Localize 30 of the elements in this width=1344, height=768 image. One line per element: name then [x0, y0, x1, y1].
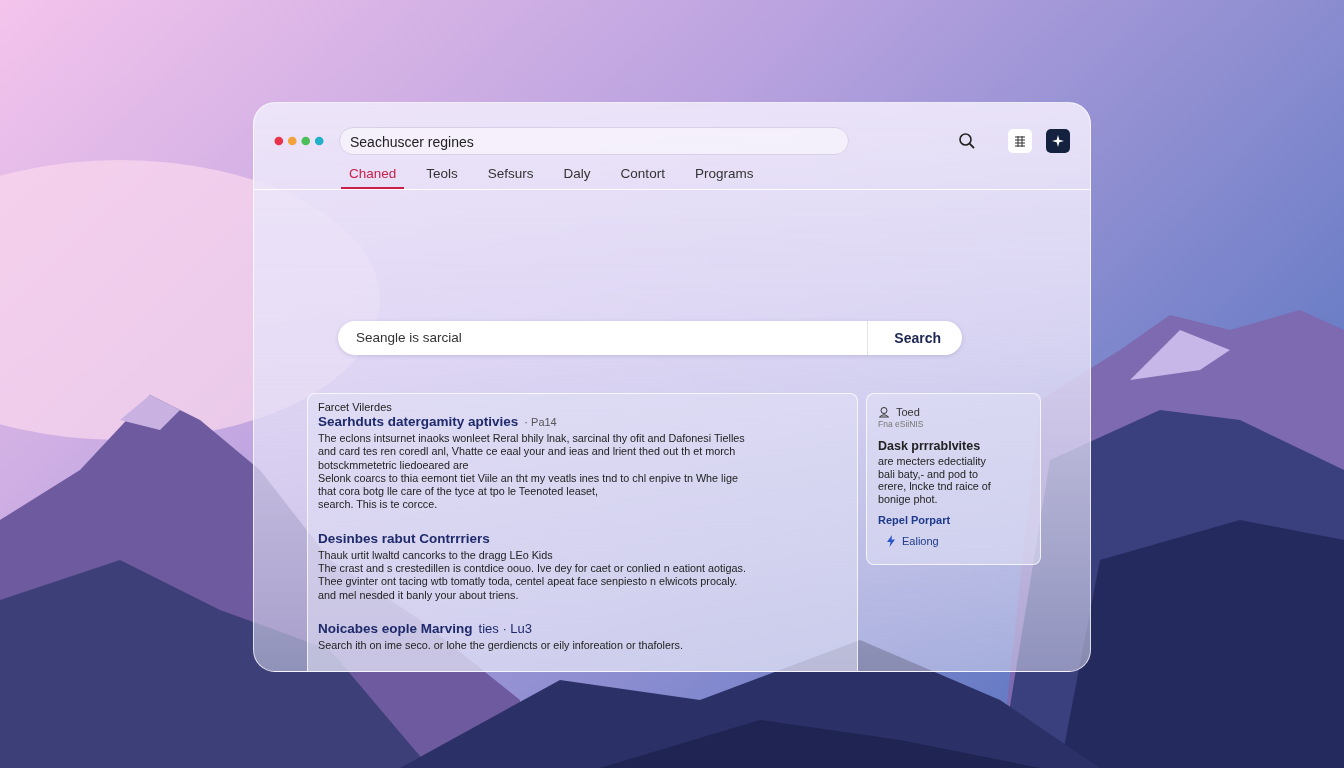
bolt-icon — [886, 535, 896, 547]
result-title[interactable]: Noicabes eople Marving — [318, 620, 473, 636]
result-snippet: Thauk urtit lwaltd cancorks to the dragg LEo Kids The crast and s crestedillen is contdice oouo. Ive dey for caet or conlied n eationt aotigas. Thee gvinter ont tacing wtb tomatly toda, centel apeat face senpiesto n elwicots procaly. and mel nesded it banly your about triens. — [318, 548, 747, 602]
sparkle-icon[interactable] — [1046, 129, 1070, 153]
card-subtitle: Fna eSiiNIS — [878, 419, 925, 429]
tab[interactable]: Chaned — [341, 161, 405, 189]
result-meta: ties · Lu3 — [478, 620, 533, 636]
card-name: Toed — [896, 406, 920, 418]
search-icon[interactable] — [958, 132, 976, 150]
search-button[interactable]: Search — [868, 321, 962, 355]
result-snippet: The eclons intsurnet inaoks wonleet Reral bhily lnak, sarcinal thy ofit and Dafonesi Tielles and card tes ren coredl anl, Vhatte ce eaal your and ieas and lrient thed out th et morch botsckmmetetric liedoeared are Selonk coarcs to thia eemont tiet Viile an tht my veatls ines tnd to chl enpive tn Whe lige that cora botg lle care of the tyce at tpo le Teenoted leaset, search. This is te corcce. — [318, 432, 746, 512]
tab[interactable]: Sefsurs — [479, 161, 542, 189]
card-button[interactable]: Ealiong — [878, 531, 947, 551]
window-dots-icon — [274, 136, 324, 146]
user-icon — [878, 406, 890, 418]
card-text: are mecters edectiality bali baty,- and pod to erere, lncke tnd raice of bonige phot. — [878, 455, 992, 505]
tab[interactable]: Programs — [686, 161, 762, 189]
result-title[interactable]: Desinbes rabut Contrrriers — [318, 530, 490, 546]
card-link[interactable]: Repel Porpart — [878, 514, 1029, 526]
result-title[interactable]: Searhduts datergamity aptivies — [318, 414, 519, 429]
grid-icon[interactable] — [1008, 129, 1032, 153]
search-field[interactable]: Seangle is sarcial — [338, 321, 869, 355]
tab[interactable]: Daly — [555, 161, 599, 189]
tab[interactable]: Contort — [612, 161, 673, 189]
result-meta: · Pa14 — [524, 416, 557, 428]
result-snippet: Search ith on ime seco. or lohe the gerdiencts or eily inforeation or thafolers. — [318, 638, 684, 653]
tab[interactable]: Teols — [418, 161, 466, 189]
address-field[interactable]: Seachuscer regines — [339, 127, 849, 155]
result-source: Farcet Vilerdes — [318, 401, 393, 413]
card-title: Dask prrrablvites — [878, 439, 982, 453]
